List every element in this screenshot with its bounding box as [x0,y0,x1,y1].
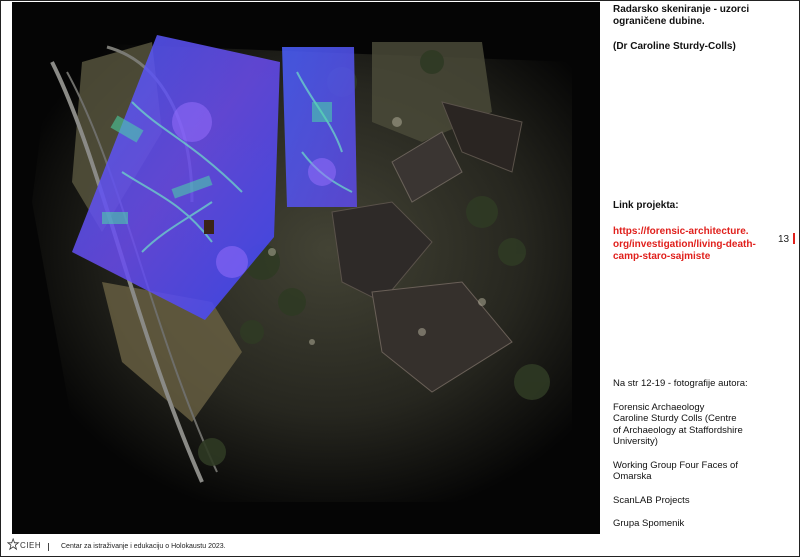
footer-logo-text: CIEH [20,541,42,550]
image-caption: Radarsko skeniranje - uzorci ograničene … [613,4,783,53]
project-link-url-line-3[interactable]: camp-staro-sajmiste [613,251,773,264]
footer-text: Centar za istraživanje i edukaciju o Hol… [61,543,226,550]
aerial-radar-scan-image [12,2,600,534]
cieh-star-logo-icon [7,538,20,551]
credits-item-grupa-spomenik: Grupa Spomenik [613,518,685,529]
credits-item-working-group: Working Group Four Faces of Omarska [613,460,793,483]
caption-line-2: ograničene dubine. [613,16,705,27]
project-link-url-line-1[interactable]: https://forensic-architecture. [613,226,773,239]
credits-item-1-line-4: University) [613,436,658,447]
aerial-scan-illustration [32,35,572,502]
credits-item-1-line-3: of Archaeology at Staffordshire [613,424,743,436]
project-link-label: Link projekta: [613,200,679,211]
credits-item-forensic-archaeology: Forensic Archaeology Caroline Sturdy Col… [613,402,793,448]
credits-item-scanlab: ScanLAB Projects [613,494,690,506]
credits-item-2-line-1: Working Group Four Faces of [613,459,738,471]
credits-intro: Na str 12-19 - fotografije autora: [613,378,748,389]
credits-item-1-line-2: Caroline Sturdy Colls (Centre [613,413,737,424]
caption-line-1: Radarsko skeniranje - uzorci [613,4,750,15]
credits-item-1-line-1: Forensic Archaeology [613,401,705,413]
page-number: 13 [778,234,790,245]
project-link-url-line-2[interactable]: org/investigation/living-death- [613,239,773,252]
project-link-url[interactable]: https://forensic-architecture. org/inves… [613,226,773,264]
photo-credits: Na str 12-19 - fotografije autora: Foren… [613,378,793,542]
credits-item-2-line-2: Omarska [613,471,652,482]
page-number-accent-bar [793,233,795,244]
footer-separator [48,543,49,551]
caption-author: (Dr Caroline Sturdy-Colls) [613,41,736,52]
